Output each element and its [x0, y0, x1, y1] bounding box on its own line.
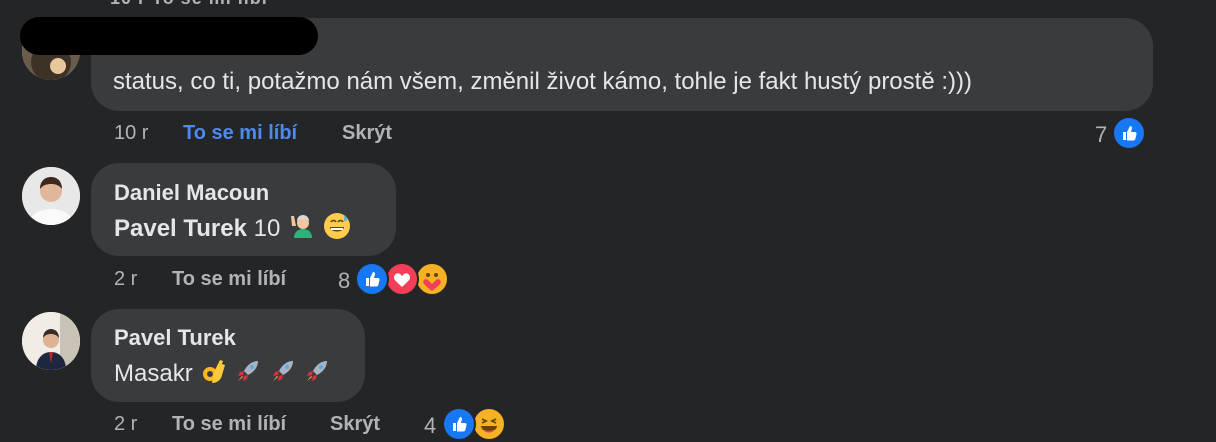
comment-text: status, co ti, potažmo nám všem, změnil …: [113, 68, 972, 95]
like-reaction-icon[interactable]: [442, 407, 476, 441]
reaction-count[interactable]: 7: [1095, 122, 1107, 148]
reaction-count[interactable]: 8: [338, 268, 350, 294]
like-button[interactable]: To se mi líbí: [183, 122, 297, 145]
avatar[interactable]: [22, 312, 80, 370]
rocket-emoji: [269, 357, 297, 392]
rocket-emoji: [234, 357, 262, 392]
comment-author[interactable]: Pavel Turek: [114, 325, 236, 351]
comment-text-body: Masakr: [114, 359, 193, 387]
timestamp-link[interactable]: 2 r: [114, 268, 137, 291]
tagged-user-link[interactable]: Pavel Turek: [114, 215, 247, 242]
comment-author[interactable]: Daniel Macoun: [114, 180, 269, 206]
timestamp-link[interactable]: 2 r: [114, 413, 137, 436]
care-reaction-icon[interactable]: [415, 262, 449, 296]
haha-reaction-icon[interactable]: [472, 407, 506, 441]
rocket-emoji: [303, 357, 331, 392]
redacted-author-name: [20, 17, 318, 55]
comment-text-body: 10: [246, 214, 281, 242]
ok-hand-emoji: [199, 357, 227, 392]
like-reaction-icon[interactable]: [355, 262, 389, 296]
like-button[interactable]: To se mi líbí: [172, 413, 286, 436]
cut-off-action-row: 10 r To se mi líbí: [110, 0, 268, 9]
timestamp-link[interactable]: 10 r: [114, 122, 148, 145]
comment-text: Pavel Turek 10: [114, 211, 352, 248]
reaction-count[interactable]: 4: [424, 413, 436, 439]
love-reaction-icon[interactable]: [385, 262, 419, 296]
comment-text: Masakr: [114, 357, 331, 392]
hide-button[interactable]: Skrýt: [342, 122, 392, 145]
avatar[interactable]: [22, 167, 80, 225]
hide-button[interactable]: Skrýt: [330, 413, 380, 436]
person-raising-hand-emoji: [287, 212, 315, 247]
grinning-sweat-emoji: [322, 211, 352, 248]
like-button[interactable]: To se mi líbí: [172, 268, 286, 291]
like-reaction-icon[interactable]: [1112, 116, 1146, 150]
